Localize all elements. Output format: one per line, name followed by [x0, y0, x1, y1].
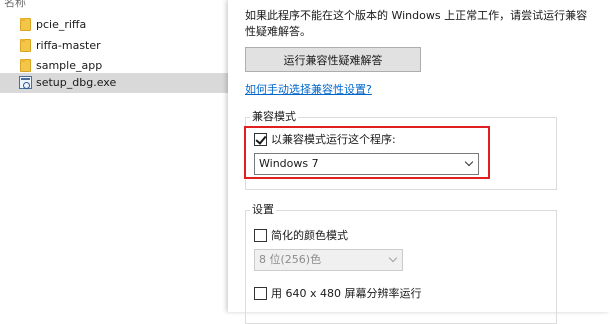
file-row-pcie-riffa[interactable]: pcie_riffa [0, 15, 228, 35]
compat-mode-group: 兼容模式 [245, 111, 557, 190]
compat-mode-group-label: 兼容模式 [252, 110, 296, 123]
column-header-name[interactable]: 名称 [4, 0, 26, 10]
run-troubleshooter-button[interactable]: 运行兼容性疑难解答 [245, 47, 421, 72]
chevron-down-icon [388, 253, 398, 263]
low-res-checkbox[interactable] [254, 286, 267, 300]
compatibility-tab-panel: 如果此程序不能在这个版本的 Windows 上正常工作，请尝试运行兼容性疑难解答… [228, 0, 610, 324]
file-name: setup_dbg.exe [36, 76, 117, 89]
file-explorer-list: 名称 pcie_riffa riffa-master sample_app se… [0, 0, 228, 312]
file-name: pcie_riffa [36, 18, 87, 31]
file-name: riffa-master [36, 39, 101, 52]
compat-os-value: Windows 7 [259, 157, 319, 170]
color-depth-value: 8 位(256)色 [259, 253, 322, 266]
exe-icon [19, 76, 32, 90]
compat-mode-checkbox[interactable] [254, 132, 267, 146]
file-row-riffa-master[interactable]: riffa-master [0, 36, 228, 56]
low-res-label: 用 640 x 480 屏幕分辨率运行 [271, 287, 422, 300]
compat-os-select[interactable]: Windows 7 [254, 153, 479, 175]
low-res-checkbox-row[interactable]: 用 640 x 480 屏幕分辨率运行 [254, 285, 422, 301]
reduced-color-checkbox-row[interactable]: 简化的颜色模式 [254, 227, 348, 243]
compat-intro-text: 如果此程序不能在这个版本的 Windows 上正常工作，请尝试运行兼容性疑难解答… [245, 9, 588, 38]
settings-group-label: 设置 [252, 203, 274, 216]
folder-icon [19, 59, 32, 73]
file-row-setup-dbg-exe[interactable]: setup_dbg.exe [0, 73, 228, 93]
compat-mode-checkbox-row[interactable]: 以兼容模式运行这个程序: [254, 131, 396, 147]
manual-settings-link[interactable]: 如何手动选择兼容性设置? [245, 81, 372, 97]
compat-mode-checkbox-label: 以兼容模式运行这个程序: [271, 133, 396, 146]
folder-icon [19, 39, 32, 53]
folder-icon [19, 18, 32, 32]
color-depth-select[interactable]: 8 位(256)色 [254, 249, 403, 271]
reduced-color-checkbox[interactable] [254, 228, 267, 242]
chevron-down-icon [464, 157, 474, 167]
reduced-color-label: 简化的颜色模式 [271, 229, 348, 242]
